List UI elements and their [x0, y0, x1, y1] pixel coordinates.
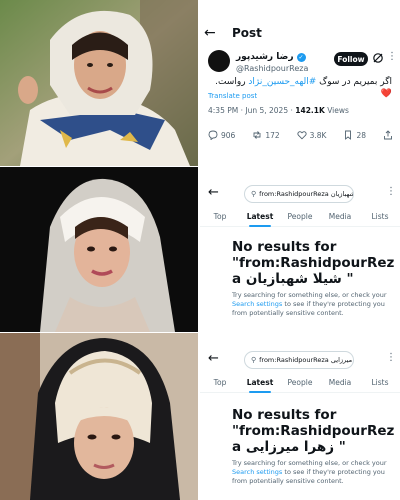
- woman-photo-3: [0, 333, 198, 500]
- repost-count: 172: [265, 130, 280, 140]
- views-count: 142.1K: [295, 106, 325, 115]
- search-tabs: Top Latest People Media Lists: [200, 209, 400, 227]
- repost-action[interactable]: 172: [252, 130, 280, 140]
- search-icon: ⚲: [251, 356, 257, 364]
- no-results-query-line: "from:RashidpourRez: [232, 423, 395, 439]
- repost-icon: [253, 131, 261, 139]
- woman-photo-2: [0, 167, 198, 332]
- tab-top[interactable]: Top: [200, 209, 240, 226]
- no-results-line: No results for: [232, 407, 337, 423]
- no-results-help: Try searching for something else, or che…: [232, 291, 392, 318]
- tab-top[interactable]: Top: [200, 375, 240, 392]
- tab-people[interactable]: People: [280, 209, 320, 226]
- like-action[interactable]: 3.8K: [297, 130, 327, 140]
- more-options-icon[interactable]: ⋮: [387, 51, 397, 62]
- tab-media[interactable]: Media: [320, 375, 360, 392]
- no-results-query-line: "from:RashidpourRez: [232, 255, 395, 271]
- more-options-icon[interactable]: ⋮: [386, 186, 396, 197]
- search-tabs: Top Latest People Media Lists: [200, 375, 400, 393]
- no-results-heading: No results for "from:RashidpourRez a زهر…: [232, 407, 398, 455]
- tab-people[interactable]: People: [280, 375, 320, 392]
- heart-icon: [297, 131, 307, 140]
- post-panel: ← Post رضا رشیدپور ✓ @RashidpourReza Fol…: [200, 0, 400, 166]
- search-query: from:RashidpourReza شیلا شهبازیان: [259, 190, 354, 198]
- help-text: Try searching for something else, or che…: [232, 459, 387, 467]
- woman-photo-1: [0, 0, 198, 166]
- tab-lists[interactable]: Lists: [360, 209, 400, 226]
- translate-post-link[interactable]: Translate post: [208, 92, 257, 100]
- search-icon: ⚲: [251, 190, 257, 198]
- reply-action[interactable]: 906: [208, 130, 235, 140]
- no-results-heading: No results for "from:RashidpourRez a شیل…: [232, 239, 398, 287]
- no-results-help: Try searching for something else, or che…: [232, 459, 392, 486]
- bookmark-action[interactable]: 28: [343, 130, 366, 140]
- reply-count: 906: [221, 130, 236, 140]
- search-results-panel: ← ⚲ from:RashidpourReza شیلا شهبازیان ⋮ …: [200, 167, 400, 332]
- views-label: Views: [324, 106, 349, 115]
- help-text: Try searching for something else, or che…: [232, 291, 387, 299]
- tab-media[interactable]: Media: [320, 209, 360, 226]
- back-arrow-icon[interactable]: ←: [208, 351, 219, 366]
- verified-badge-icon: ✓: [296, 52, 306, 62]
- search-input[interactable]: ⚲ from:RashidpourReza شیلا شهبازیان: [244, 185, 354, 203]
- post-meta: 4:35 PM · Jun 5, 2025 · 142.1K Views: [208, 106, 349, 115]
- search-input[interactable]: ⚲ from:RashidpourReza زهرا میرزایی: [244, 351, 354, 369]
- no-results-line: No results for: [232, 239, 337, 255]
- author-block[interactable]: رضا رشیدپور ✓ @RashidpourReza: [236, 52, 308, 73]
- search-query: from:RashidpourReza زهرا میرزایی: [259, 356, 353, 364]
- avatar[interactable]: [208, 50, 230, 72]
- bookmark-icon: [345, 130, 352, 140]
- share-icon: [384, 130, 392, 140]
- tab-latest[interactable]: Latest: [240, 375, 280, 392]
- tab-lists[interactable]: Lists: [360, 375, 400, 392]
- share-action[interactable]: [383, 130, 393, 140]
- heart-emoji-icon: ❤️: [380, 89, 392, 99]
- page-title: Post: [232, 26, 262, 40]
- post-text-prefix: اگر بمیریم در سوگ: [316, 77, 392, 87]
- reply-icon: [208, 130, 218, 140]
- grok-icon[interactable]: [372, 52, 384, 64]
- search-settings-link[interactable]: Search settings: [232, 468, 282, 476]
- display-name[interactable]: رضا رشیدپور: [236, 52, 294, 62]
- tab-latest[interactable]: Latest: [240, 209, 280, 226]
- back-arrow-icon[interactable]: ←: [208, 185, 219, 200]
- user-handle[interactable]: @RashidpourReza: [236, 64, 308, 73]
- like-count: 3.8K: [309, 130, 327, 140]
- post-actions: 906 172 3.8K 28: [208, 130, 393, 140]
- more-options-icon[interactable]: ⋮: [386, 352, 396, 363]
- post-header: ← Post: [204, 24, 262, 42]
- post-text-suffix: رواست.: [215, 77, 249, 87]
- hashtag-link[interactable]: #الهه_حسین_نژاد: [248, 77, 316, 87]
- search-results-panel: ← ⚲ from:RashidpourReza زهرا میرزایی ⋮ T…: [200, 333, 400, 500]
- no-results-query-line: a شیلا شهبازیان ": [232, 271, 354, 287]
- bookmark-count: 28: [356, 130, 367, 140]
- search-settings-link[interactable]: Search settings: [232, 300, 282, 308]
- post-timestamp[interactable]: 4:35 PM · Jun 5, 2025 ·: [208, 106, 295, 115]
- follow-button[interactable]: Follow: [334, 52, 368, 66]
- no-results-query-line: a زهرا میرزایی ": [232, 439, 346, 455]
- back-arrow-icon[interactable]: ←: [204, 25, 224, 41]
